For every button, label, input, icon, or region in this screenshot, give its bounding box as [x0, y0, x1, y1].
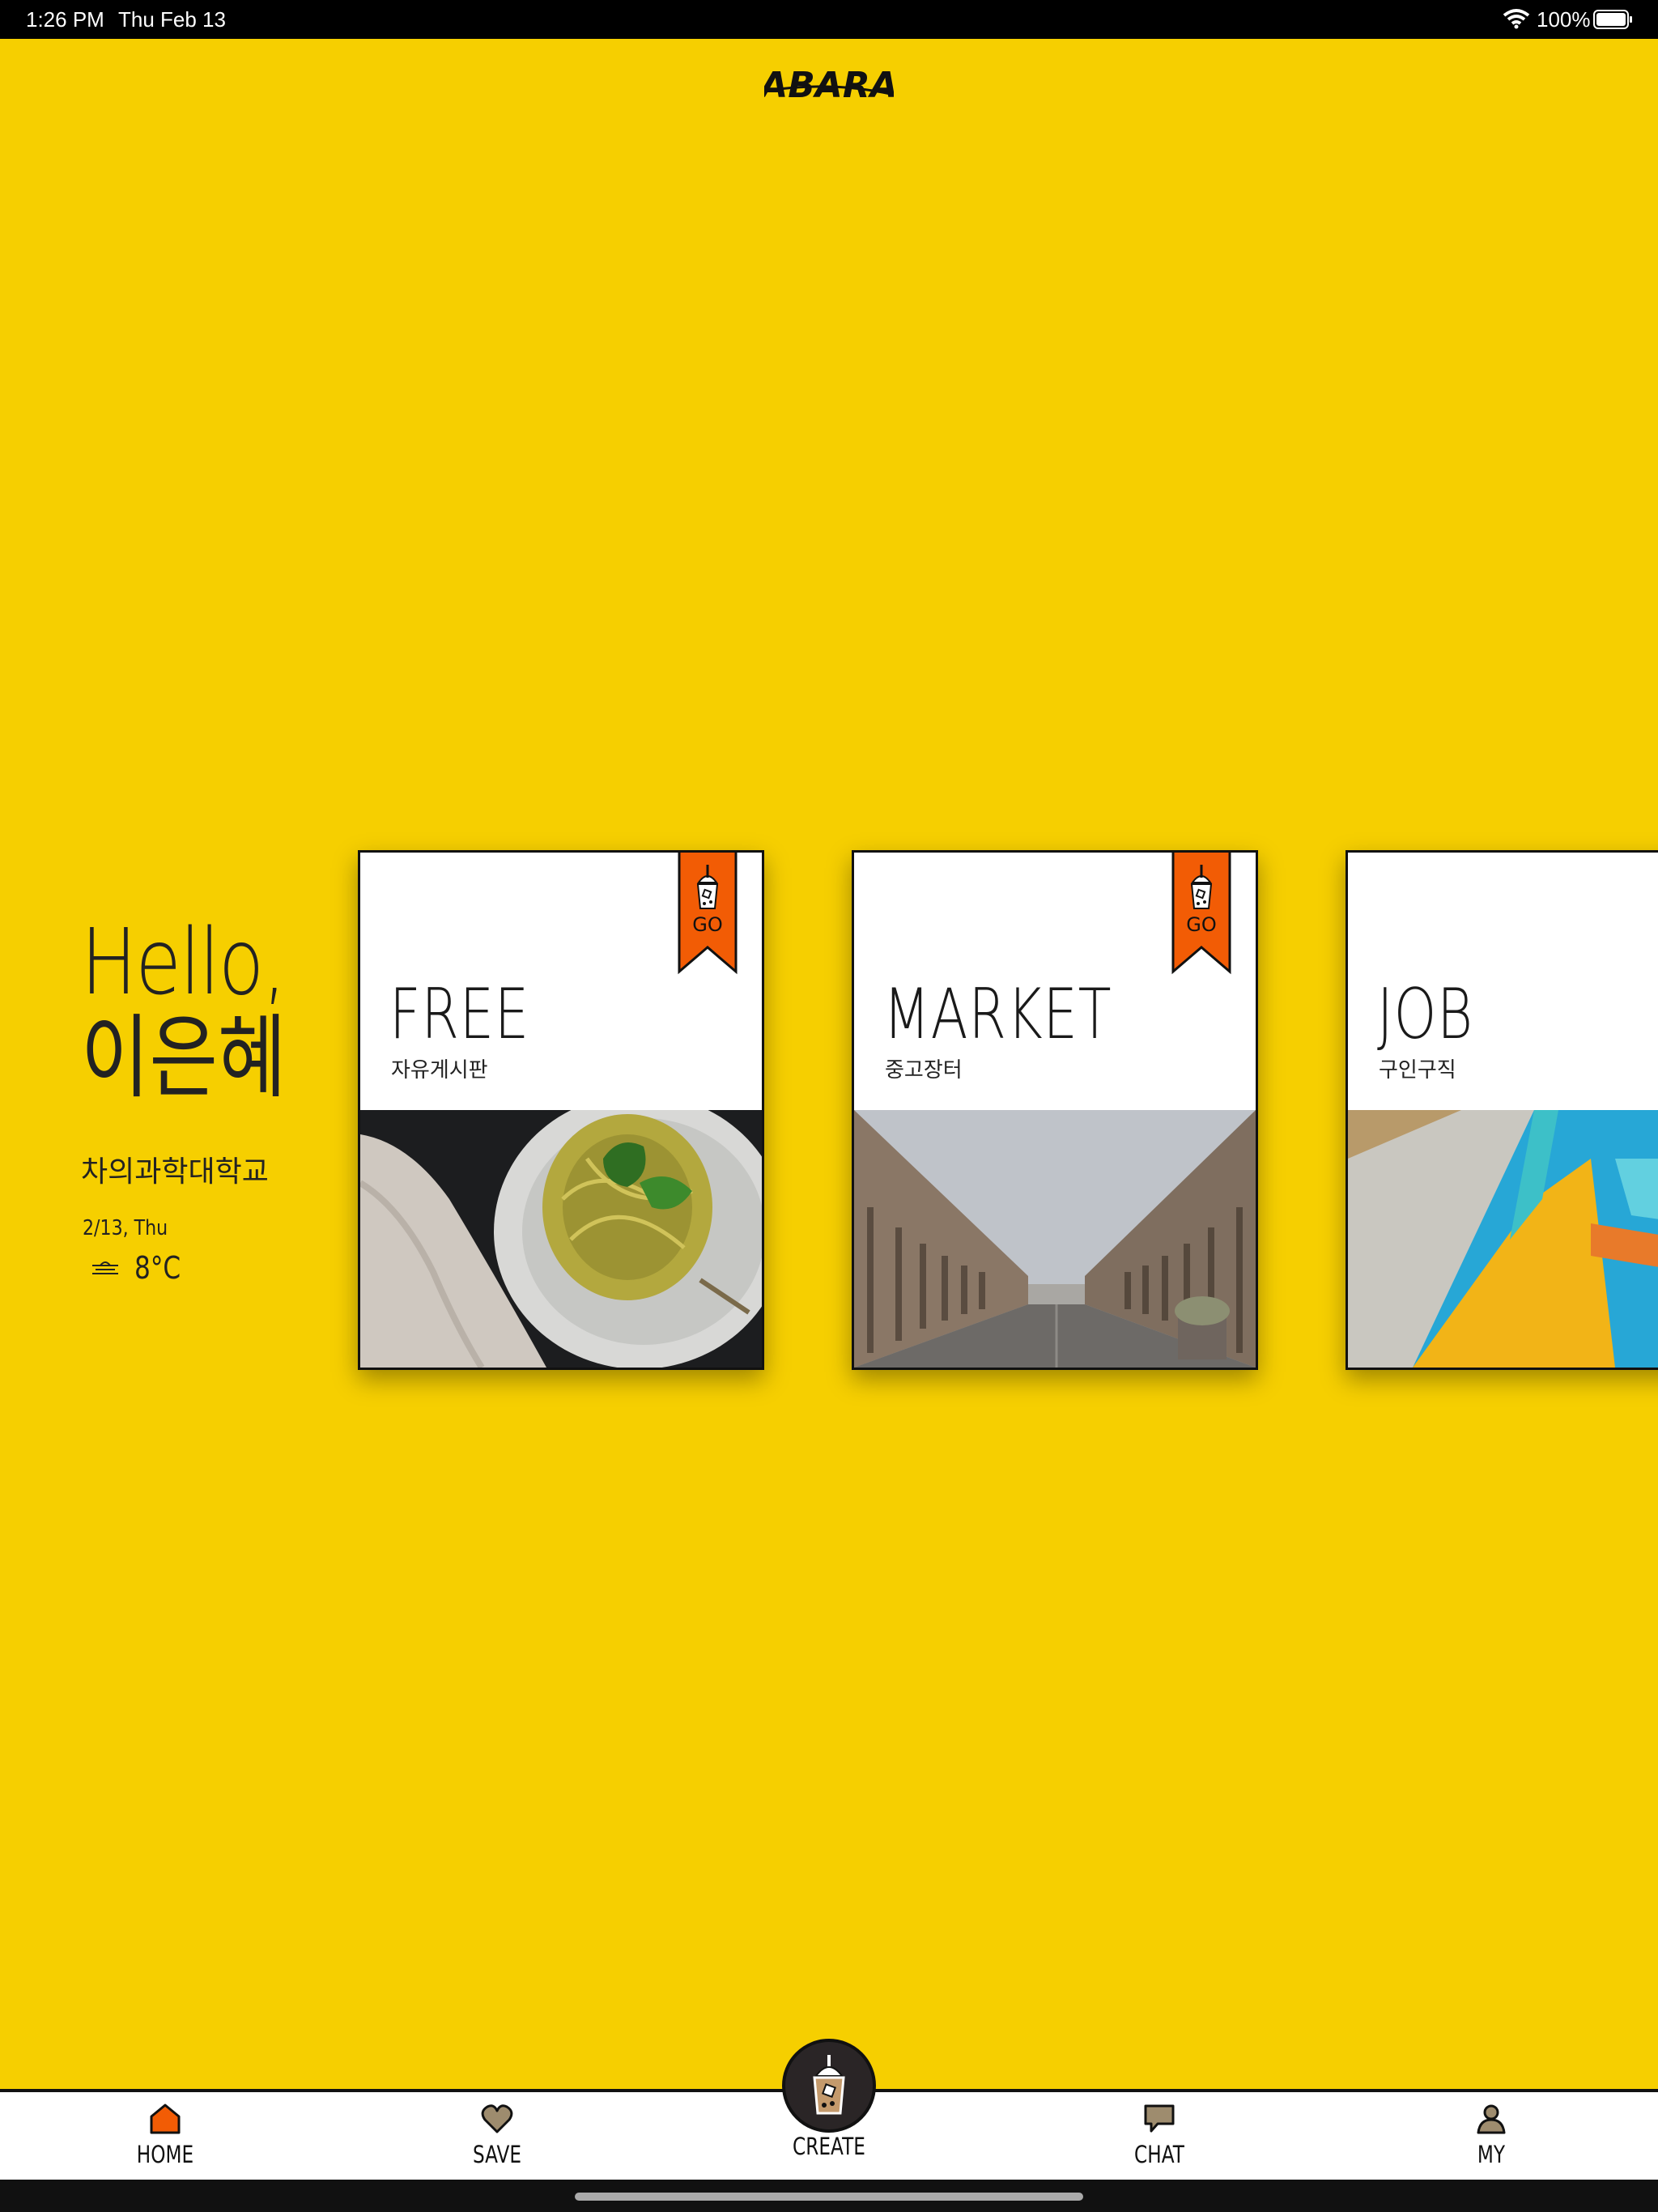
heart-icon	[481, 2104, 513, 2133]
home-indicator[interactable]	[575, 2193, 1083, 2201]
weather-date: 2/13, Thu	[83, 1216, 168, 1240]
card-free[interactable]: GO FREE 자유게시판	[358, 850, 764, 1370]
card-subtitle: 구인구직	[1379, 1058, 1456, 1083]
home-indicator-bar	[0, 2180, 1658, 2212]
card-job[interactable]: JOB 구인구직	[1346, 850, 1658, 1370]
tab-save[interactable]: SAVE	[449, 2104, 546, 2168]
status-bar: 1:26 PM Thu Feb 13 100%	[0, 0, 1658, 39]
architecture-photo	[1348, 1110, 1658, 1368]
school-name: 차의과학대학교	[81, 1155, 269, 1189]
card-title: JOB	[1377, 974, 1473, 1055]
go-label: GO	[692, 913, 723, 936]
card-title: FREE	[389, 974, 530, 1055]
go-label: GO	[1186, 913, 1217, 936]
greeting-hello: Hello,	[81, 910, 287, 1015]
create-button[interactable]	[782, 2039, 876, 2133]
battery-icon	[1593, 10, 1632, 29]
tab-my-label: MY	[1477, 2141, 1506, 2168]
greeting: Hello, 이은혜	[81, 915, 331, 1106]
abara-logo: ABARA	[764, 65, 894, 106]
chat-icon	[1144, 2104, 1175, 2133]
status-date: Thu Feb 13	[118, 7, 226, 32]
go-ribbon[interactable]: GO	[1171, 850, 1231, 976]
go-ribbon[interactable]: GO	[678, 850, 738, 976]
pasta-photo	[360, 1110, 762, 1368]
tab-home[interactable]: HOME	[117, 2104, 214, 2168]
card-market[interactable]: GO MARKET 중고장터	[852, 850, 1258, 1370]
tab-create-label: CREATE	[793, 2133, 865, 2160]
status-time: 1:26 PM	[26, 7, 104, 32]
fog-icon	[92, 1261, 118, 1274]
card-subtitle: 중고장터	[885, 1058, 963, 1083]
tab-chat[interactable]: CHAT	[1111, 2104, 1208, 2168]
card-title: MARKET	[883, 974, 1112, 1055]
tab-create[interactable]: CREATE	[780, 2129, 878, 2160]
tab-chat-label: CHAT	[1134, 2141, 1184, 2168]
wifi-icon	[1503, 9, 1530, 29]
tab-save-label: SAVE	[472, 2141, 522, 2168]
greeting-user-name: 이은혜	[81, 1006, 287, 1111]
bubble-tea-icon	[813, 2055, 845, 2115]
card-subtitle: 자유게시판	[391, 1058, 488, 1083]
tab-my[interactable]: MY	[1443, 2104, 1540, 2168]
street-photo	[854, 1110, 1256, 1368]
user-icon	[1477, 2104, 1506, 2134]
home-icon	[150, 2104, 181, 2134]
tab-home-label: HOME	[136, 2141, 194, 2168]
temperature: 8°C	[134, 1250, 181, 1286]
battery-percent: 100%	[1537, 7, 1591, 32]
